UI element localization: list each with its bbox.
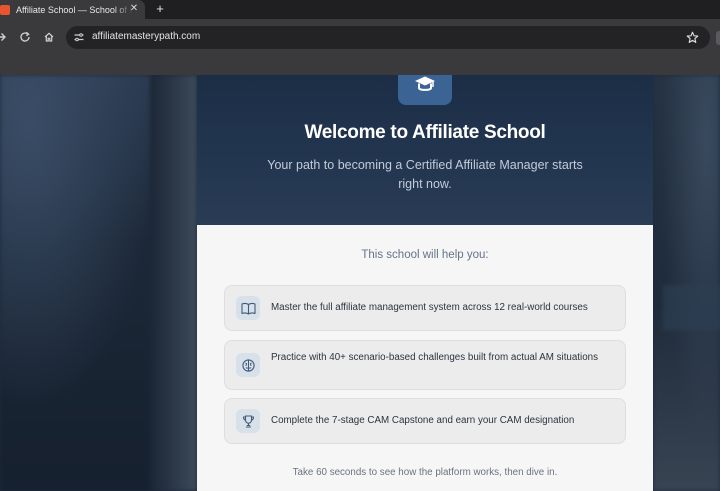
forward-icon[interactable]	[0, 29, 9, 45]
browser-toolbar: affiliatemasterypath.com	[0, 19, 720, 56]
address-bar[interactable]: affiliatemasterypath.com	[66, 26, 710, 49]
browser-tab[interactable]: Affiliate School — School of Performance…	[0, 0, 145, 19]
graduation-cap-icon	[398, 75, 452, 105]
page-subtitle: Your path to becoming a Certified Affili…	[267, 158, 583, 191]
feature-card-courses: Master the full affiliate management sys…	[224, 285, 626, 331]
bookmark-bar	[0, 56, 720, 75]
footer-note: Take 60 seconds to see how the platform …	[292, 467, 558, 478]
feature-text: Master the full affiliate management sys…	[271, 302, 588, 313]
tab-title: Affiliate School — School of Performance…	[16, 4, 132, 15]
star-icon[interactable]	[685, 30, 699, 44]
reload-icon[interactable]	[17, 29, 33, 45]
blurred-background-right	[653, 75, 720, 491]
feature-text: Complete the 7-stage CAM Capstone and ea…	[271, 415, 575, 426]
modal-hero: Welcome to Affiliate School Your path to…	[197, 75, 653, 225]
page-viewport: Welcome to Affiliate School Your path to…	[0, 75, 720, 491]
page-title: Welcome to Affiliate School	[304, 122, 546, 143]
feature-card-capstone: Complete the 7-stage CAM Capstone and ea…	[224, 398, 626, 444]
tab-close-icon[interactable]: ✕	[128, 3, 140, 15]
welcome-modal: Welcome to Affiliate School Your path to…	[197, 75, 653, 491]
feature-card-challenges: Practice with 40+ scenario-based challen…	[224, 340, 626, 390]
home-icon[interactable]	[41, 29, 57, 45]
site-info-icon[interactable]	[72, 30, 86, 44]
blurred-background-left	[0, 75, 197, 491]
extension-icon[interactable]	[716, 31, 720, 45]
modal-body: This school will help you: Master the fu…	[197, 225, 653, 491]
brain-icon	[236, 353, 260, 377]
new-tab-button[interactable]: +	[153, 2, 167, 16]
trophy-icon	[236, 409, 260, 433]
tab-strip: Affiliate School — School of Performance…	[0, 0, 720, 19]
feature-text: Practice with 40+ scenario-based challen…	[271, 352, 599, 363]
url-text[interactable]: affiliatemasterypath.com	[92, 31, 200, 42]
help-heading: This school will help you:	[361, 249, 489, 261]
favicon-icon	[0, 4, 10, 15]
book-icon	[236, 296, 260, 320]
